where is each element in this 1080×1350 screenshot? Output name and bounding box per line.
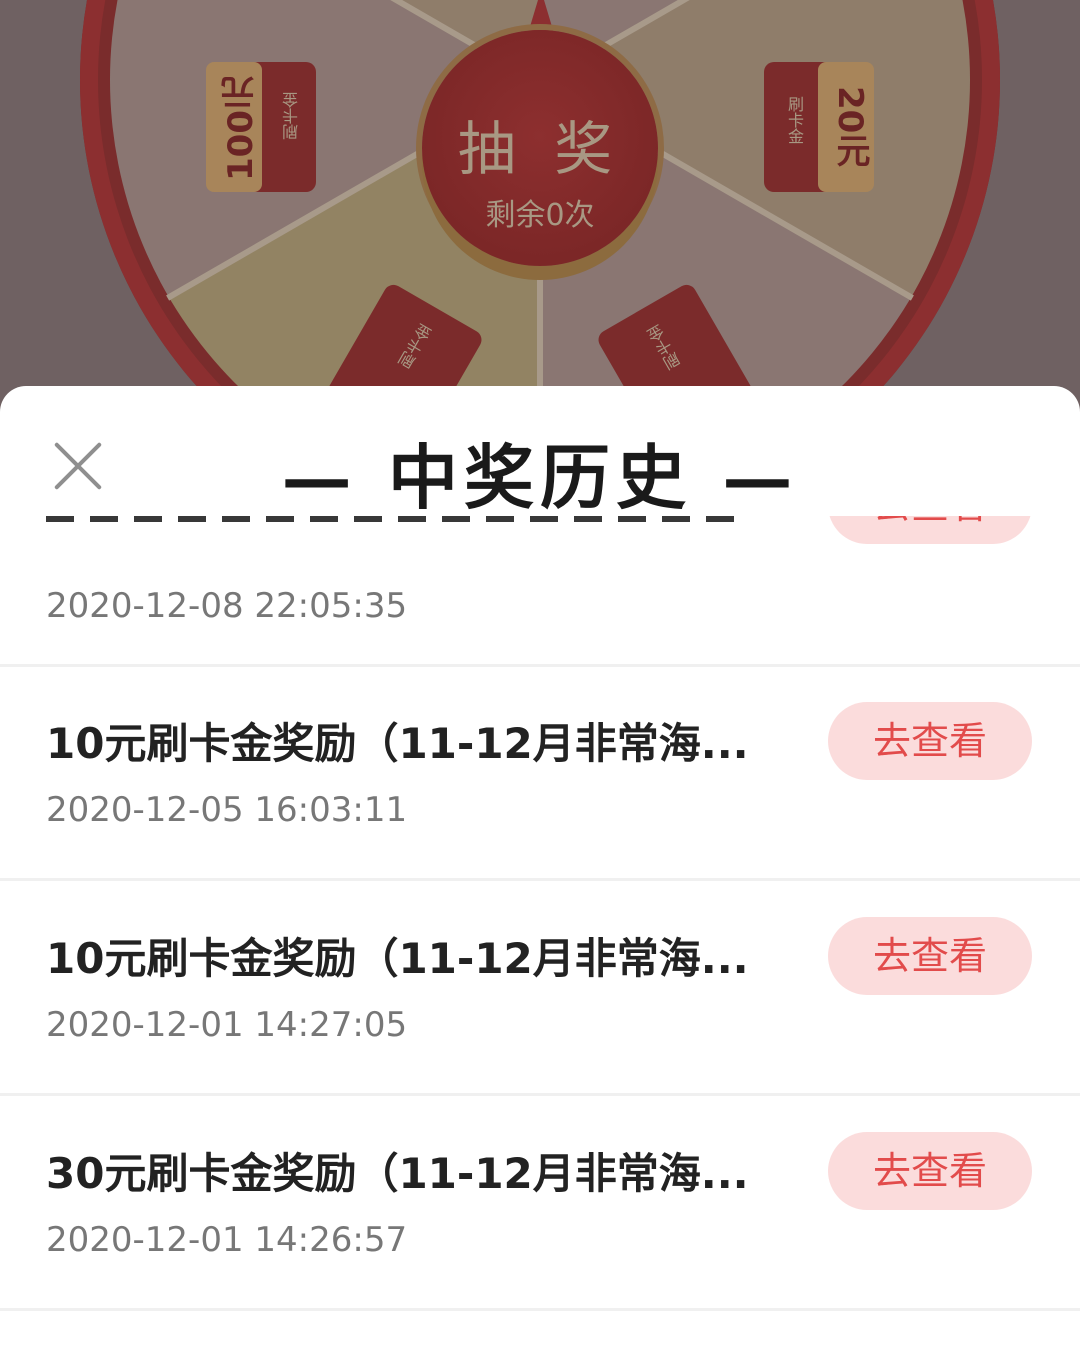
row-title: 10元刷卡金奖励（11-12月非常海... <box>46 934 749 983</box>
row-title: 10元刷卡金奖励（11-12月非常海... <box>46 719 749 768</box>
row-date: 2020-12-05 16:03:11 <box>46 790 408 830</box>
row-date: 2020-12-08 22:05:35 <box>46 586 408 626</box>
row-title: 30元刷卡金奖励（11-12月非常海... <box>46 1149 749 1198</box>
row-title-clipped <box>46 516 746 522</box>
view-button[interactable]: 去查看 <box>828 1132 1032 1210</box>
lottery-wheel-area: 100元 刷卡金 20元 刷卡金 刷卡金 刷卡金 抽 奖 剩余0次 <box>0 0 1080 420</box>
row-date: 2020-12-01 14:26:57 <box>46 1220 408 1260</box>
win-history-sheet: — 中奖历史 — 去查看 2020-12-08 22:05:35 10元刷卡金奖… <box>0 386 1080 1350</box>
draw-button[interactable]: 抽 奖 剩余0次 <box>422 30 658 266</box>
view-button[interactable]: 去查看 <box>828 702 1032 780</box>
prize-card-100: 100元 刷卡金 <box>206 62 316 192</box>
remaining-count: 剩余0次 <box>485 198 595 233</box>
view-button[interactable]: 去查看 <box>828 917 1032 995</box>
history-row: 去查看 2020-12-08 22:05:35 <box>0 516 1080 667</box>
history-row: 10元刷卡金奖励（11-12月非常海... 2020-12-01 14:27:0… <box>0 879 1080 1096</box>
row-date: 2020-12-01 14:27:05 <box>46 1005 408 1045</box>
history-row: 30元刷卡金奖励（11-12月非常海... 2020-12-01 14:26:5… <box>0 1094 1080 1311</box>
prize-card-20: 20元 刷卡金 <box>764 62 874 192</box>
view-button[interactable]: 去查看 <box>828 516 1032 544</box>
sheet-title: — 中奖历史 — <box>281 436 799 519</box>
history-row: 10元刷卡金奖励（11-12月非常海... 2020-12-05 16:03:1… <box>0 664 1080 881</box>
draw-button-label: 抽 奖 <box>457 115 623 183</box>
